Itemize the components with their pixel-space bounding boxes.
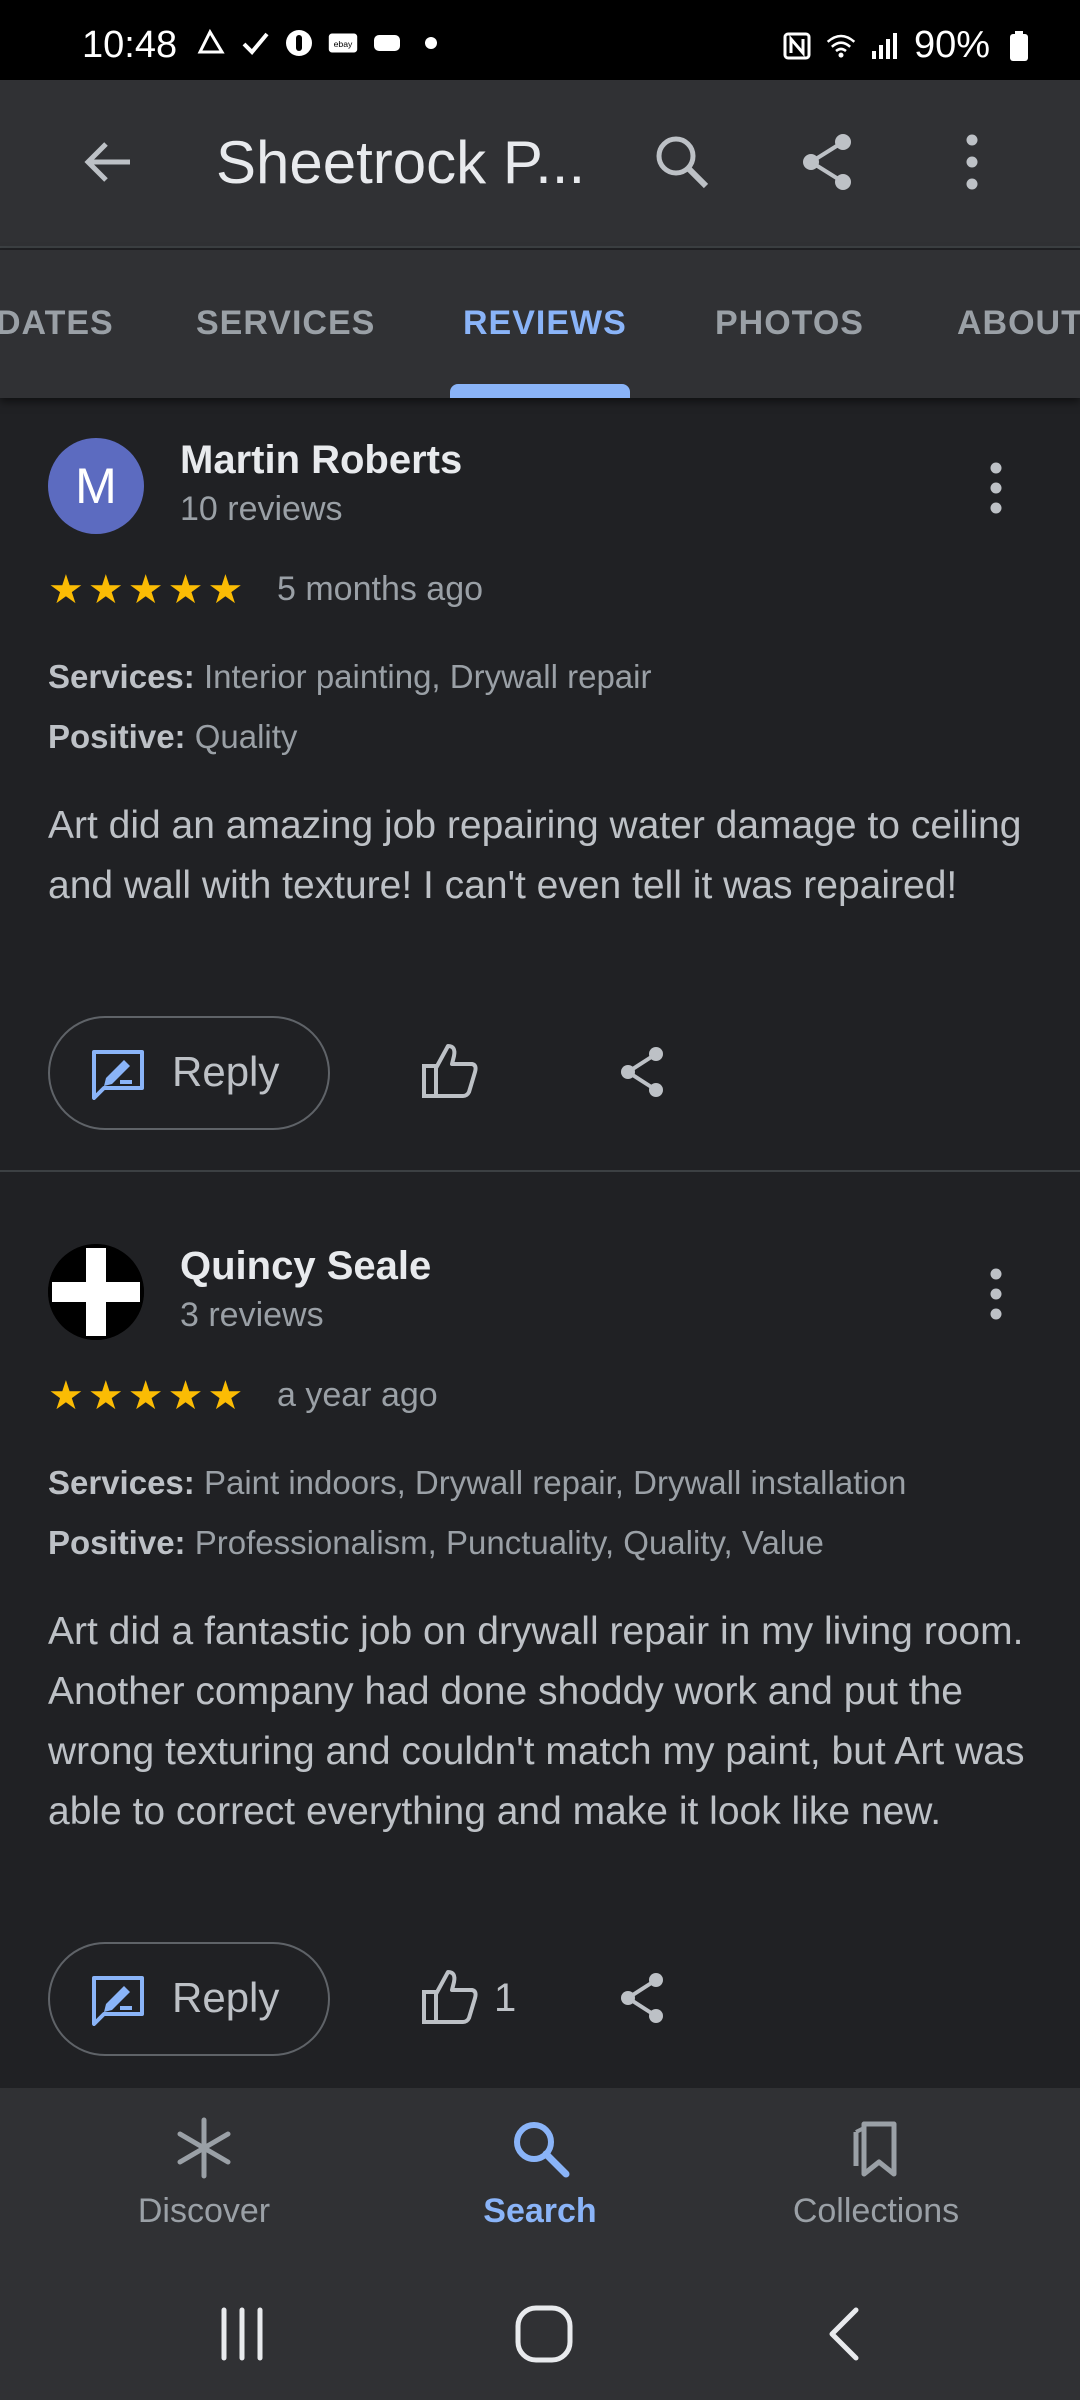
- star-rating: ★ ★ ★ ★ ★: [48, 1376, 243, 1416]
- thumbs-up-icon[interactable]: [420, 1042, 480, 1102]
- reply-icon: [90, 1048, 146, 1100]
- tab-photos[interactable]: PHOTOS: [715, 304, 864, 343]
- nfc-icon: [782, 31, 812, 61]
- services-label: Services:: [48, 658, 195, 695]
- status-bar: 10:48 ebay 90%: [0, 0, 1080, 80]
- star-icon: ★: [167, 1374, 204, 1418]
- app-icon: [284, 28, 314, 58]
- star-icon: ★: [207, 1374, 244, 1418]
- search-icon: [514, 2122, 570, 2178]
- nav-collections[interactable]: Collections: [746, 2116, 1006, 2231]
- more-vert-icon[interactable]: [940, 130, 1004, 194]
- star-icon: ★: [207, 568, 244, 612]
- reply-label: Reply: [172, 1048, 280, 1095]
- star-rating: ★ ★ ★ ★ ★: [48, 570, 243, 610]
- search-icon[interactable]: [650, 130, 714, 194]
- services-value: Interior painting, Drywall repair: [203, 658, 652, 695]
- more-vert-icon[interactable]: [976, 458, 1016, 518]
- reviewer-review-count: 10 reviews: [180, 490, 343, 528]
- reply-button[interactable]: Reply: [48, 1016, 330, 1130]
- services-value: Paint indoors, Drywall repair, Drywall i…: [203, 1464, 907, 1501]
- nav-search-label: Search: [483, 2192, 597, 2230]
- back-icon[interactable]: [814, 2302, 878, 2366]
- tab-bar: DATES SERVICES REVIEWS PHOTOS ABOUT: [0, 250, 1080, 398]
- star-icon: ★: [127, 568, 164, 612]
- tab-updates[interactable]: DATES: [0, 304, 114, 343]
- signal-icon: [870, 31, 900, 61]
- thumbs-up-icon[interactable]: [420, 1968, 480, 2028]
- svg-text:ebay: ebay: [334, 39, 353, 49]
- review-services: Services: Interior painting, Drywall rep…: [48, 658, 651, 696]
- recent-apps-icon[interactable]: [210, 2302, 274, 2366]
- status-system-icons: 90%: [782, 24, 1034, 67]
- star-icon: ★: [48, 1374, 84, 1418]
- back-arrow-icon[interactable]: [76, 130, 140, 194]
- review-text: Art did an amazing job repairing water d…: [48, 804, 1022, 907]
- review-positive: Positive: Quality: [48, 718, 297, 756]
- system-navigation-bar: [0, 2268, 1080, 2400]
- review-date: a year ago: [277, 1376, 438, 1414]
- nav-discover-label: Discover: [137, 2192, 271, 2230]
- star-icon: ★: [87, 1374, 124, 1418]
- home-icon[interactable]: [512, 2302, 576, 2366]
- tab-reviews[interactable]: REVIEWS: [463, 304, 627, 343]
- asterisk-icon: [177, 2117, 231, 2179]
- star-icon: ★: [87, 568, 124, 612]
- nav-discover[interactable]: Discover: [74, 2116, 334, 2231]
- review-date: 5 months ago: [277, 570, 484, 608]
- avatar[interactable]: M: [48, 438, 144, 534]
- avatar[interactable]: [48, 1244, 144, 1340]
- positive-label: Positive:: [48, 1524, 186, 1561]
- tab-services[interactable]: SERVICES: [196, 304, 375, 343]
- nav-search[interactable]: Search: [410, 2116, 670, 2231]
- message-icon: [372, 28, 402, 58]
- reviewer-name[interactable]: Martin Roberts: [180, 438, 462, 483]
- bookmarks-icon: [853, 2121, 897, 2177]
- reply-label: Reply: [172, 1974, 280, 2021]
- positive-value: Quality: [194, 718, 298, 755]
- positive-value: Professionalism, Punctuality, Quality, V…: [194, 1524, 824, 1561]
- review-divider: [0, 1170, 1080, 1172]
- battery-icon: [1004, 30, 1034, 61]
- more-vert-icon[interactable]: [976, 1264, 1016, 1324]
- status-notification-icons: ebay: [196, 28, 446, 58]
- review-positive: Positive: Professionalism, Punctuality, …: [48, 1524, 824, 1562]
- bottom-navigation: Discover Search Collections: [0, 2088, 1080, 2268]
- positive-label: Positive:: [48, 718, 186, 755]
- reviewer-review-count: 3 reviews: [180, 1296, 324, 1334]
- nav-collections-label: Collections: [792, 2192, 960, 2230]
- tab-indicator: [450, 384, 630, 398]
- ebay-icon: ebay: [328, 28, 358, 58]
- share-icon[interactable]: [795, 130, 859, 194]
- notification-icon: [196, 28, 226, 58]
- review-services: Services: Paint indoors, Drywall repair,…: [48, 1464, 906, 1502]
- status-time: 10:48: [82, 24, 178, 66]
- review-text: Art did a fantastic job on drywall repai…: [48, 1610, 1025, 1833]
- star-icon: ★: [167, 568, 204, 612]
- star-icon: ★: [127, 1374, 164, 1418]
- share-icon[interactable]: [614, 1970, 670, 2026]
- dot-icon: [416, 28, 446, 58]
- like-count: 1: [494, 1976, 517, 2020]
- page-title: Sheetrock P...: [216, 129, 586, 196]
- app-bar: Sheetrock P...: [0, 80, 1080, 248]
- tab-about[interactable]: ABOUT: [957, 304, 1080, 343]
- reply-icon: [90, 1974, 146, 2026]
- check-icon: [240, 28, 270, 58]
- wifi-icon: [826, 31, 856, 61]
- star-icon: ★: [48, 568, 84, 612]
- battery-percent: 90%: [913, 24, 990, 66]
- reply-button[interactable]: Reply: [48, 1942, 330, 2056]
- services-label: Services:: [48, 1464, 195, 1501]
- share-icon[interactable]: [614, 1044, 670, 1100]
- reviewer-name[interactable]: Quincy Seale: [180, 1244, 431, 1289]
